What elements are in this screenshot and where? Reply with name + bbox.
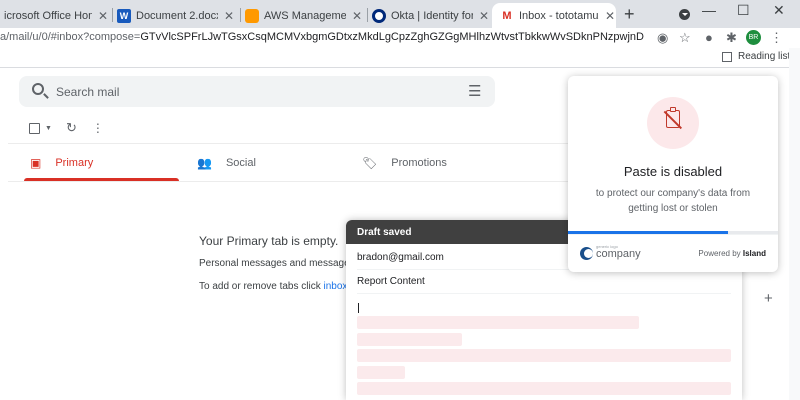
close-window-button[interactable]: ✕	[773, 2, 785, 19]
close-icon[interactable]: ✕	[98, 9, 108, 23]
new-tab-button[interactable]: +	[624, 4, 635, 25]
divider	[8, 181, 568, 182]
close-icon[interactable]: ✕	[352, 9, 362, 23]
company-logo	[580, 247, 593, 260]
side-panel	[789, 48, 800, 400]
search-bar[interactable]: Search mail ☰	[19, 76, 495, 107]
gmail-icon: M	[500, 8, 514, 23]
people-icon: 👥	[197, 156, 212, 170]
reading-list-icon	[722, 51, 732, 62]
inbox-icon: ▣	[30, 156, 42, 170]
search-options-icon[interactable]: ☰	[468, 82, 481, 100]
empty-tip-text: To add or remove tabs click	[199, 281, 324, 292]
no-paste-icon	[647, 97, 699, 149]
word-icon: W	[117, 8, 131, 23]
menu-icon[interactable]: ⋮	[770, 30, 783, 46]
tab-social-label: Social	[225, 157, 256, 169]
tab-word-document[interactable]: W Document 2.docx - Mic ✕	[117, 3, 237, 28]
body-placeholder-line	[357, 333, 462, 346]
tab-promotions[interactable]: 🏷 Promotions	[362, 146, 447, 180]
chevron-down-icon[interactable]: ▼	[45, 125, 52, 132]
close-icon[interactable]: ✕	[605, 9, 615, 23]
tab-office[interactable]: icrosoft Office Home ✕	[4, 3, 108, 28]
url-prefix: a/mail/u/0/#inbox?compose=	[0, 31, 141, 43]
paste-disabled-popup: Paste is disabled to protect our company…	[568, 76, 778, 272]
tag-icon: 🏷	[362, 156, 378, 170]
close-icon[interactable]: ✕	[224, 9, 234, 23]
extension-icon[interactable]: ●	[705, 30, 713, 45]
tab-primary[interactable]: ▣ Primary	[30, 146, 93, 180]
tab-label: Inbox - tototamuz112@	[519, 9, 599, 22]
tab-label: Document 2.docx - Mic	[136, 9, 218, 22]
reading-list-label: Reading list	[738, 51, 791, 62]
address-bar[interactable]: a/mail/u/0/#inbox?compose=GTvVlcSPFrLJwT…	[0, 28, 800, 48]
tab-label: AWS Management Cons	[264, 9, 346, 22]
popup-footer: generic logo company Powered by Island	[568, 234, 778, 272]
body-placeholder-line	[357, 382, 731, 395]
profile-avatar[interactable]: BR	[746, 30, 761, 45]
body-placeholder-line	[357, 316, 639, 329]
subject-field[interactable]: Report Content	[357, 270, 731, 294]
url-rest: GTvVlcSPFrLJwTGsxCsqMCMVxbgmGDtxzMkdLgCp…	[140, 31, 644, 43]
body-placeholder-line	[357, 366, 405, 379]
tab-strip: icrosoft Office Home ✕ W Document 2.docx…	[0, 0, 800, 28]
tab-primary-label: Primary	[55, 157, 94, 169]
refresh-icon[interactable]: ↻	[66, 120, 77, 136]
popup-title: Paste is disabled	[623, 164, 723, 179]
aws-icon	[245, 8, 259, 23]
tab-promotions-label: Promotions	[391, 157, 447, 169]
eye-icon[interactable]: ◉	[657, 30, 668, 46]
close-icon[interactable]: ✕	[479, 9, 489, 23]
star-icon[interactable]: ☆	[679, 30, 691, 46]
tab-label: Okta | Identity for the in	[391, 9, 473, 22]
powered-by: Powered by Island	[698, 249, 766, 258]
puzzle-icon[interactable]: ✱	[726, 30, 737, 46]
powered-by-label: Powered by	[698, 249, 743, 258]
mail-toolbar: ▼ ↻ ⋮	[29, 120, 104, 136]
clipboard-clip	[670, 107, 676, 112]
url-text[interactable]: a/mail/u/0/#inbox?compose=GTvVlcSPFrLJwT…	[0, 31, 644, 43]
select-all-checkbox[interactable]	[29, 122, 40, 134]
tab-label: icrosoft Office Home	[4, 9, 92, 22]
tab-gmail-inbox[interactable]: M Inbox - tototamuz112@ ✕	[492, 3, 616, 28]
search-input[interactable]: Search mail	[56, 85, 119, 99]
tab-search-icon[interactable]	[679, 9, 690, 20]
tab-social[interactable]: 👥 Social	[197, 146, 256, 180]
add-addon-icon[interactable]: +	[764, 290, 773, 307]
empty-state-title: Your Primary tab is empty.	[199, 234, 339, 248]
company-name: company	[596, 248, 641, 260]
tab-okta[interactable]: Okta | Identity for the in ✕	[372, 3, 492, 28]
okta-icon	[372, 8, 386, 23]
body-placeholder-line	[357, 349, 731, 362]
empty-state-description: Personal messages and messages that don'…	[199, 258, 346, 269]
reading-list-button[interactable]: Reading list	[722, 51, 790, 62]
divider	[8, 143, 568, 144]
tab-aws[interactable]: AWS Management Cons ✕	[245, 3, 365, 28]
powered-by-brand: Island	[742, 249, 766, 258]
bookmarks-bar: Reading list	[0, 48, 800, 68]
maximize-button[interactable]: ☐	[737, 2, 750, 19]
text-cursor	[358, 303, 359, 313]
more-icon[interactable]: ⋮	[92, 121, 104, 135]
search-icon[interactable]	[32, 83, 44, 95]
empty-state-tip: To add or remove tabs click inbox settin…	[199, 281, 346, 292]
minimize-button[interactable]: —	[702, 2, 716, 18]
popup-message: to protect our company's data from getti…	[595, 188, 751, 214]
inbox-settings-link[interactable]: inbox settings	[324, 281, 347, 292]
